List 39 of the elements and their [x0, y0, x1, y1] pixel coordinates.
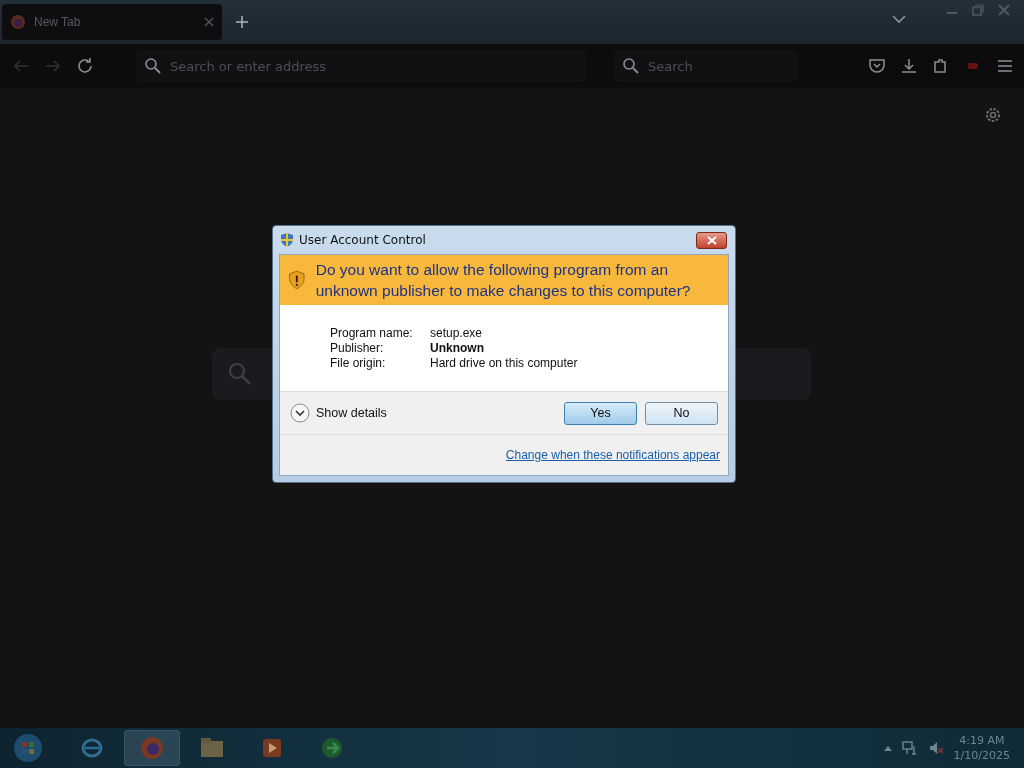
dialog-title: User Account Control — [299, 233, 427, 247]
firefox-icon — [139, 735, 165, 761]
dialog-button[interactable]: No — [645, 401, 718, 425]
dialog-button[interactable]: Yes — [564, 401, 637, 425]
settings-link[interactable]: Change when these notifications appear — [505, 448, 720, 462]
plus-icon[interactable] — [235, 15, 249, 29]
download-icon[interactable] — [900, 57, 918, 75]
close-icon — [706, 235, 717, 245]
reload-icon[interactable] — [76, 57, 94, 75]
detail-label: Publisher: — [330, 341, 385, 355]
restore-icon[interactable] — [972, 4, 984, 16]
chevron-down-icon[interactable] — [892, 14, 906, 24]
search-icon — [622, 57, 640, 75]
clock-date: 1/10/2025 — [953, 748, 1010, 763]
detail-label: Program name: — [330, 326, 414, 340]
search-icon — [144, 57, 162, 75]
detail-label: File origin: — [330, 356, 387, 370]
settings-icon[interactable] — [984, 106, 1002, 124]
chevron-down-icon — [290, 403, 310, 423]
detail-value: Unknown — [430, 341, 485, 355]
clock-time: 4:19 AM — [959, 733, 1005, 748]
detail-value: Hard drive on this computer — [430, 356, 579, 370]
close-icon[interactable] — [204, 17, 214, 27]
close-icon[interactable] — [998, 4, 1010, 16]
network-icon[interactable] — [901, 740, 918, 756]
firefox-icon — [10, 14, 26, 30]
show-details-button[interactable]: Show details — [290, 403, 387, 423]
pocket-icon[interactable] — [868, 57, 886, 75]
arrow-circle-icon — [319, 735, 345, 761]
question-text: Do you want to allow the following program from an unknown publisher to make changes to this computer? — [315, 260, 692, 301]
caret-up-icon[interactable] — [883, 745, 892, 751]
start-orb-icon[interactable] — [13, 733, 43, 763]
search-field[interactable]: Search — [614, 50, 798, 82]
close-button[interactable] — [696, 231, 727, 249]
menu-icon[interactable] — [996, 57, 1014, 75]
address-field[interactable]: Search or enter address — [136, 50, 586, 82]
search-icon — [228, 362, 252, 386]
speaker-muted-icon[interactable] — [927, 740, 944, 756]
detail-value: setup.exe — [430, 326, 484, 340]
